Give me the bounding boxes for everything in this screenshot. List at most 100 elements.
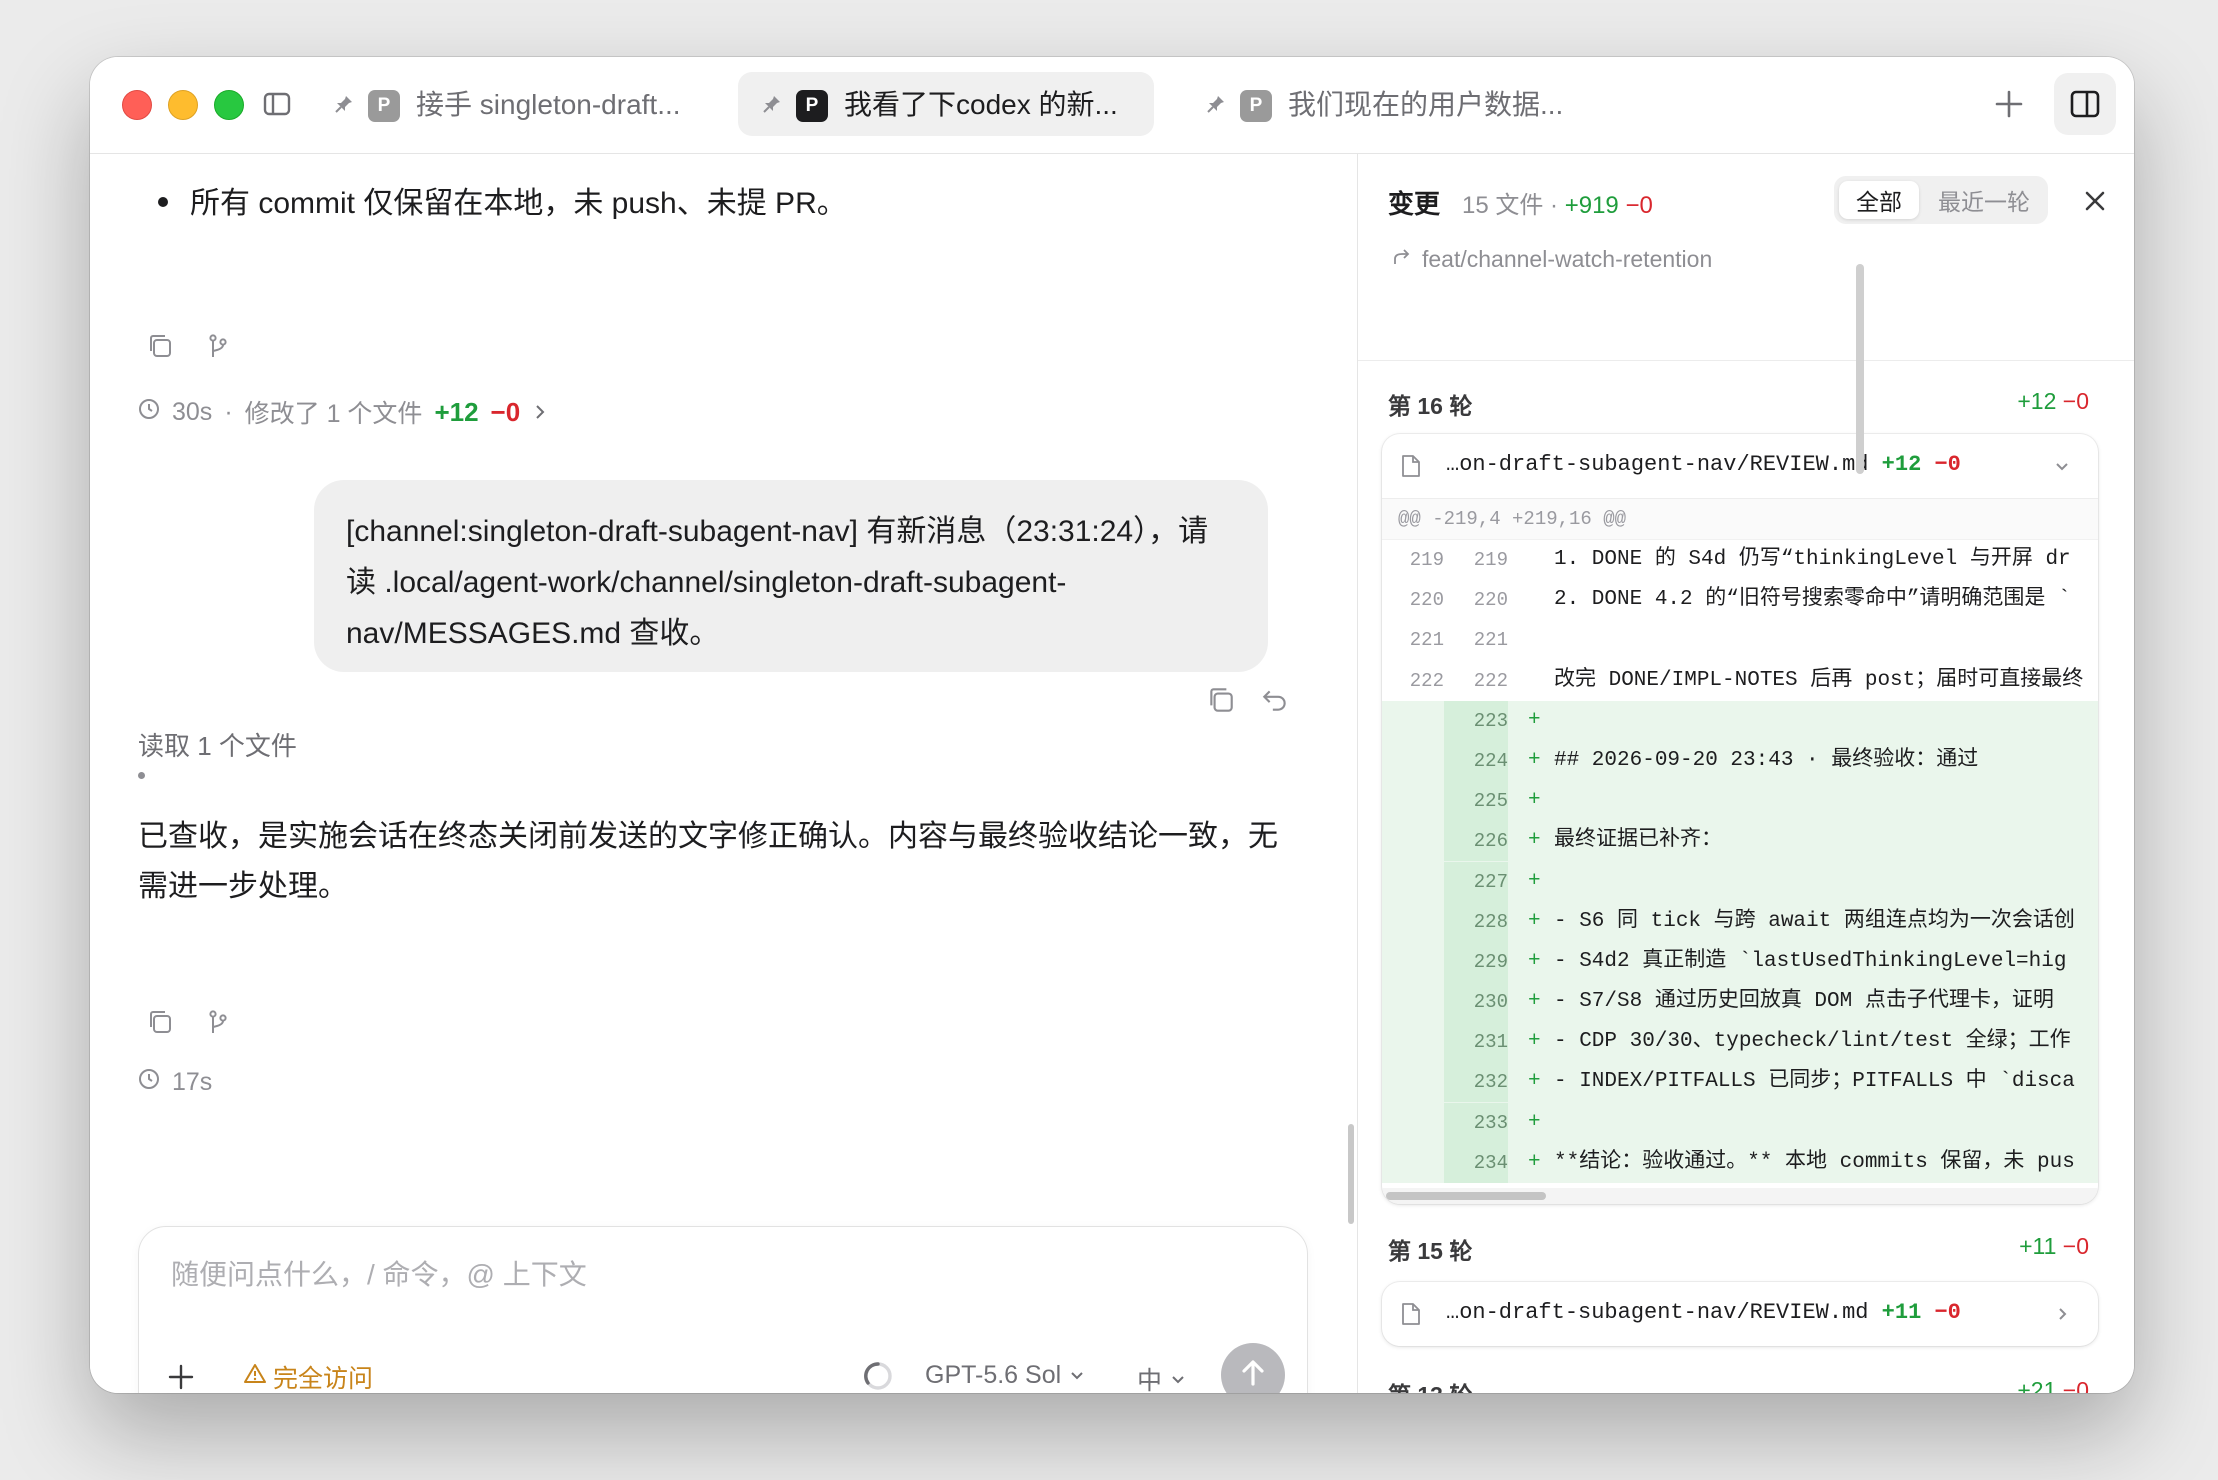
- diff-line: 226 + 最终证据已补齐：: [1382, 821, 2098, 862]
- elapsed-time: 30s: [172, 397, 213, 426]
- pin-icon: [1206, 94, 1226, 114]
- new-line-number: 226: [1444, 821, 1508, 862]
- changes-scrollbar[interactable]: [1856, 264, 1864, 474]
- diff-code: 最终证据已补齐：: [1554, 829, 1722, 853]
- diff-line: 221 221: [1382, 620, 2098, 660]
- undo-icon[interactable]: [1260, 685, 1290, 720]
- copy-icon[interactable]: [144, 1006, 176, 1038]
- filter-segmented-control: 全部 最近一轮: [1834, 176, 2048, 224]
- chevron-down-icon[interactable]: [2052, 456, 2072, 476]
- diff-sign: +: [1528, 789, 1541, 813]
- diff-line: 227 +: [1382, 861, 2098, 902]
- branch-icon[interactable]: [202, 330, 234, 362]
- read-files-label[interactable]: 读取 1 个文件: [138, 726, 297, 763]
- sidebar-toggle-icon[interactable]: [262, 89, 292, 119]
- zoom-window-button[interactable]: [214, 90, 244, 120]
- context-usage-icon[interactable]: [861, 1359, 895, 1393]
- copy-icon[interactable]: [144, 330, 176, 362]
- changes-stats: 15 文件 · +919 −0: [1462, 185, 1653, 220]
- diff-sign: +: [1528, 829, 1541, 853]
- files-changed-summary[interactable]: 修改了 1 个文件: [245, 394, 423, 430]
- tab-label: 我们现在的用户数据...: [1288, 89, 1564, 120]
- new-line-number: 223: [1444, 700, 1508, 741]
- new-line-number: 221: [1473, 629, 1508, 652]
- plus-icon[interactable]: [163, 1359, 199, 1393]
- chat-scrollbar[interactable]: [1348, 1124, 1354, 1224]
- message-actions: [144, 1006, 234, 1038]
- chevron-right-icon[interactable]: [2052, 1304, 2072, 1324]
- new-tab-plus-icon[interactable]: [1990, 85, 2028, 123]
- assistant-reply: 已查收，是实施会话在终态关闭前发送的文字修正确认。内容与最终验收结论一致，无需进…: [138, 820, 1278, 903]
- new-line-number: 228: [1444, 901, 1508, 942]
- new-line-number: 224: [1444, 740, 1508, 781]
- new-line-number: 227: [1444, 861, 1508, 902]
- send-button[interactable]: [1221, 1343, 1285, 1393]
- filter-all[interactable]: 全部: [1839, 181, 1919, 219]
- app-window: P 接手 singleton-draft... P 我看了下codex 的新..…: [90, 57, 2134, 1393]
- elapsed-time: 17s: [172, 1068, 213, 1096]
- tab-2[interactable]: P 我们现在的用户数据...: [1182, 72, 1564, 136]
- close-window-button[interactable]: [122, 90, 152, 120]
- model-label: GPT-5.6 Sol: [925, 1361, 1062, 1389]
- diff-line: 222 222 改完 DONE/IMPL-NOTES 后再 post；届时可直接最终: [1382, 661, 2098, 701]
- composer-input[interactable]: 随便问点什么，/ 命令，@ 上下文: [171, 1253, 587, 1293]
- diff-sign: +: [1528, 990, 1541, 1014]
- turn-meta: 30s · 修改了 1 个文件 +12 −0: [138, 394, 548, 430]
- round-diff: +11 −0: [2019, 1233, 2089, 1260]
- diff-line: 225 +: [1382, 781, 2098, 822]
- diff-code: - S4d2 真正制造 `lastUsedThinkingLevel=hig: [1554, 949, 2067, 973]
- lines-removed: −0: [2062, 1233, 2089, 1259]
- turn-meta: 17s: [138, 1068, 212, 1097]
- lines-removed: −0: [490, 396, 521, 427]
- changes-panel: 变更 15 文件 · +919 −0 全部 最近一轮 feat/channel-…: [1357, 154, 2134, 1393]
- round-diff: +12 −0: [2017, 388, 2089, 415]
- copy-icon[interactable]: [1206, 685, 1236, 720]
- diff-code: - CDP 30/30、typecheck/lint/test 全绿；工作: [1554, 1030, 2071, 1054]
- scrollbar-thumb[interactable]: [1386, 1192, 1546, 1200]
- new-line-number: 232: [1444, 1062, 1508, 1103]
- horizontal-scrollbar[interactable]: [1382, 1188, 2098, 1204]
- file-path: …on-draft-subagent-nav/REVIEW.md: [1446, 1300, 1869, 1325]
- access-mode-button[interactable]: 完全访问: [243, 1359, 373, 1393]
- old-line-number: 220: [1409, 589, 1444, 612]
- lines-added: +12: [1881, 452, 1922, 477]
- diff-code: - S7/S8 通过历史回放真 DOM 点击子代理卡，证明: [1554, 990, 2054, 1014]
- chat-pane: 所有 commit 仅保留在本地，未 push、未提 PR。 30s · 修改了…: [90, 154, 1356, 1393]
- chevron-down-icon: [1069, 1361, 1085, 1390]
- meta-separator: ·: [224, 397, 233, 426]
- effort-selector[interactable]: 中: [1137, 1361, 1186, 1393]
- round-label: 第 15 轮: [1388, 1238, 1473, 1264]
- access-mode-label: 完全访问: [273, 1365, 374, 1393]
- filter-latest-round[interactable]: 最近一轮: [1924, 181, 2044, 219]
- title-bar: P 接手 singleton-draft... P 我看了下codex 的新..…: [90, 57, 2134, 154]
- branch-label: feat/channel-watch-retention: [1422, 246, 1713, 272]
- effort-label: 中: [1137, 1367, 1163, 1393]
- diff-code: 2. DONE 4.2 的“旧符号搜索零命中”请明确范围是 `: [1554, 588, 2071, 612]
- new-line-number: 230: [1444, 982, 1508, 1023]
- old-line-number: 221: [1409, 629, 1444, 652]
- arrow-up-icon: [1238, 1358, 1268, 1393]
- chevron-right-icon[interactable]: [532, 398, 548, 427]
- new-line-number: 220: [1473, 589, 1508, 612]
- diff-line: 220 220 2. DONE 4.2 的“旧符号搜索零命中”请明确范围是 `: [1382, 580, 2098, 620]
- lines-removed: −0: [1934, 1300, 1961, 1325]
- minimize-window-button[interactable]: [168, 90, 198, 120]
- lines-removed: −0: [2062, 1377, 2089, 1393]
- new-line-number: 222: [1473, 669, 1508, 692]
- model-selector[interactable]: GPT-5.6 Sol: [925, 1361, 1085, 1390]
- file-header[interactable]: …on-draft-subagent-nav/REVIEW.md +12 −0: [1382, 434, 2098, 499]
- diff-sign: +: [1528, 1030, 1541, 1054]
- tab-0[interactable]: P 接手 singleton-draft...: [310, 72, 681, 136]
- tab-label: 接手 singleton-draft...: [416, 89, 681, 120]
- close-icon[interactable]: [2080, 186, 2110, 216]
- branch-icon[interactable]: [202, 1006, 234, 1038]
- panel-toggle-icon[interactable]: [2054, 73, 2116, 135]
- file-count: 15 文件 ·: [1462, 192, 1559, 219]
- diff-code: 1. DONE 的 S4d 仍写“thinkingLevel 与开屏 dr: [1554, 548, 2071, 571]
- user-message-actions: [1206, 685, 1290, 720]
- file-header[interactable]: …on-draft-subagent-nav/REVIEW.md +11 −0: [1382, 1282, 2098, 1346]
- branch-name: feat/channel-watch-retention: [1392, 246, 1712, 273]
- tab-1[interactable]: P 我看了下codex 的新...: [738, 72, 1154, 136]
- diff-code: 改完 DONE/IMPL-NOTES 后再 post；届时可直接最终: [1554, 668, 2084, 692]
- hunk-header: @@ -219,4 +219,16 @@: [1382, 499, 2098, 540]
